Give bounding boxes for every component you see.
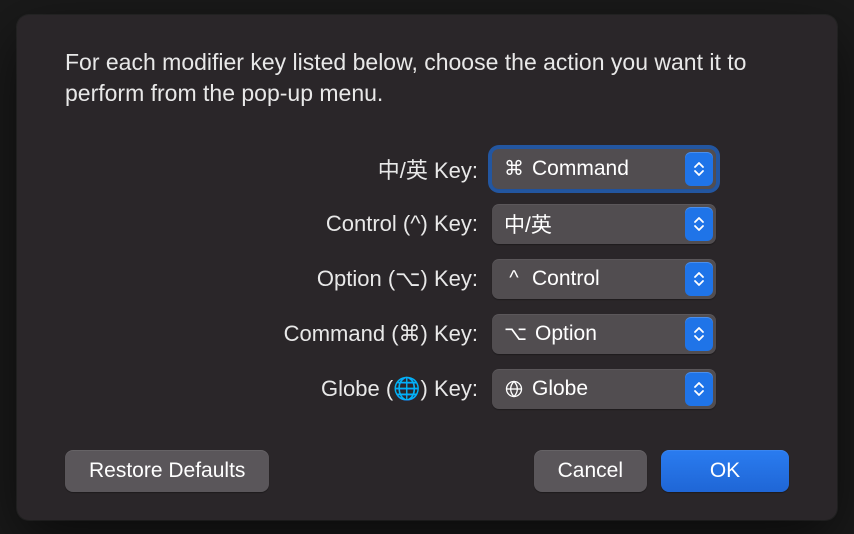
row-label: Globe (🌐) Key: bbox=[138, 376, 478, 402]
row-label: Control (^) Key: bbox=[138, 211, 478, 237]
modifier-row: Command (⌘) Key: ⌥Option bbox=[65, 314, 789, 354]
action-popup[interactable]: ⌥Option bbox=[492, 314, 716, 354]
restore-defaults-button[interactable]: Restore Defaults bbox=[65, 450, 269, 492]
globe-icon bbox=[504, 379, 524, 399]
control-icon: ^ bbox=[504, 267, 524, 290]
modifier-rows: 中/英 Key: ⌘Command Control (^) Key: 中/英 Optio… bbox=[65, 149, 789, 420]
action-popup[interactable]: Globe bbox=[492, 369, 716, 409]
command-icon: ⌘ bbox=[504, 156, 524, 181]
row-label: 中/英 Key: bbox=[138, 153, 478, 185]
modifier-row: 中/英 Key: ⌘Command bbox=[65, 149, 789, 189]
modifier-row: Control (^) Key: 中/英 bbox=[65, 204, 789, 244]
dialog-description: For each modifier key listed below, choo… bbox=[65, 47, 789, 109]
modifier-row: Globe (🌐) Key: Globe bbox=[65, 369, 789, 409]
option-icon: ⌥ bbox=[504, 321, 527, 346]
chevron-up-down-icon bbox=[685, 207, 713, 241]
action-popup[interactable]: ^Control bbox=[492, 259, 716, 299]
cancel-button[interactable]: Cancel bbox=[534, 450, 647, 492]
chevron-up-down-icon bbox=[685, 317, 713, 351]
chevron-up-down-icon bbox=[685, 152, 713, 186]
modifier-keys-dialog: For each modifier key listed below, choo… bbox=[17, 15, 837, 520]
action-popup[interactable]: 中/英 bbox=[492, 204, 716, 244]
action-popup[interactable]: ⌘Command bbox=[492, 149, 716, 189]
row-label: Option (⌥) Key: bbox=[138, 266, 478, 292]
chevron-up-down-icon bbox=[685, 262, 713, 296]
row-label: Command (⌘) Key: bbox=[138, 321, 478, 347]
dialog-footer: Restore Defaults Cancel OK bbox=[65, 450, 789, 492]
chevron-up-down-icon bbox=[685, 372, 713, 406]
ok-button[interactable]: OK bbox=[661, 450, 789, 492]
modifier-row: Option (⌥) Key: ^Control bbox=[65, 259, 789, 299]
